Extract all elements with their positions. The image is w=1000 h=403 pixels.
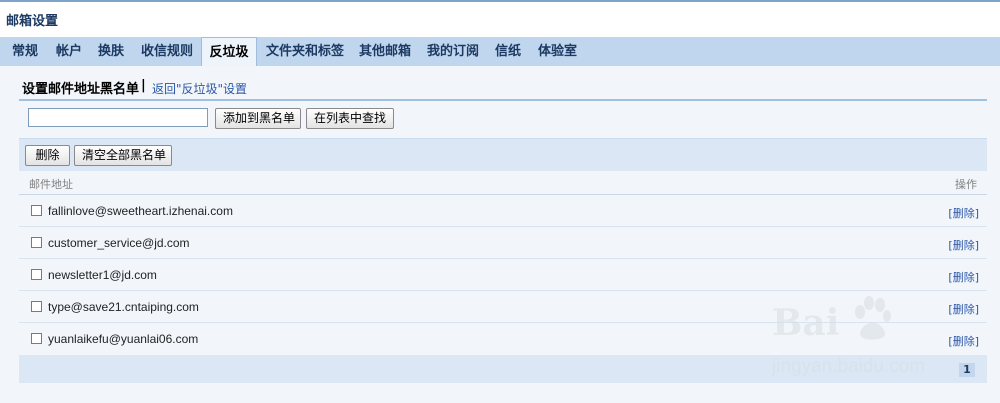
row-delete-link[interactable]: [删除] xyxy=(948,237,979,253)
tab-skin[interactable]: 换肤 xyxy=(98,37,124,66)
top-border xyxy=(0,0,1000,2)
row-checkbox[interactable] xyxy=(31,269,42,280)
table-row: yuanlaikefu@yuanlai06.com [删除] xyxy=(19,323,987,355)
row-delete-link[interactable]: [删除] xyxy=(948,333,979,349)
row-email: customer_service@jd.com xyxy=(48,236,190,250)
heading-divider xyxy=(19,99,987,101)
list-toolbar: 删除 清空全部黑名单 xyxy=(19,138,987,171)
table-row: newsletter1@jd.com [删除] xyxy=(19,259,987,291)
tab-receive-rules[interactable]: 收信规则 xyxy=(141,37,193,66)
table-row: type@save21.cntaiping.com [删除] xyxy=(19,291,987,323)
delete-button[interactable]: 删除 xyxy=(25,145,70,166)
row-delete-link[interactable]: [删除] xyxy=(948,269,979,285)
settings-tab-bar: 常规 帐户 换肤 收信规则 反垃圾 文件夹和标签 其他邮箱 我的订阅 信纸 体验… xyxy=(0,37,1000,66)
pagination-bar: 1 xyxy=(19,355,987,383)
row-delete-link[interactable]: [删除] xyxy=(948,205,979,221)
column-header-action: 操作 xyxy=(955,178,977,191)
heading-separator: | xyxy=(141,78,146,93)
tab-stationery[interactable]: 信纸 xyxy=(495,37,521,66)
row-checkbox[interactable] xyxy=(31,333,42,344)
find-in-list-button[interactable]: 在列表中查找 xyxy=(306,108,394,129)
row-email: fallinlove@sweetheart.izhenai.com xyxy=(48,204,233,218)
tab-my-subscriptions[interactable]: 我的订阅 xyxy=(427,37,479,66)
column-header-email: 邮件地址 xyxy=(29,178,73,191)
tab-account[interactable]: 帐户 xyxy=(56,37,82,66)
row-checkbox[interactable] xyxy=(31,237,42,248)
tab-lab[interactable]: 体验室 xyxy=(538,37,577,66)
add-to-blacklist-button[interactable]: 添加到黑名单 xyxy=(215,108,301,129)
tab-other-mailboxes[interactable]: 其他邮箱 xyxy=(359,37,411,66)
row-email: yuanlaikefu@yuanlai06.com xyxy=(48,332,199,346)
back-to-anti-spam-link[interactable]: 返回"反垃圾"设置 xyxy=(152,80,247,97)
list-header: 邮件地址 操作 xyxy=(19,170,987,195)
clear-all-blacklist-button[interactable]: 清空全部黑名单 xyxy=(74,145,172,166)
settings-panel: 设置邮件地址黑名单 | 返回"反垃圾"设置 添加到黑名单 在列表中查找 删除 清… xyxy=(0,66,1000,403)
page-title: 邮箱设置 xyxy=(6,14,59,29)
section-heading: 设置邮件地址黑名单 xyxy=(22,82,140,97)
table-row: fallinlove@sweetheart.izhenai.com [删除] xyxy=(19,195,987,227)
row-delete-link[interactable]: [删除] xyxy=(948,301,979,317)
page-number-current[interactable]: 1 xyxy=(959,363,975,377)
tab-general[interactable]: 常规 xyxy=(12,37,38,66)
blacklist-list: fallinlove@sweetheart.izhenai.com [删除] c… xyxy=(19,195,987,355)
email-address-input[interactable] xyxy=(28,108,208,127)
table-row: customer_service@jd.com [删除] xyxy=(19,227,987,259)
row-email: type@save21.cntaiping.com xyxy=(48,300,199,314)
row-email: newsletter1@jd.com xyxy=(48,268,157,282)
tab-folders-labels[interactable]: 文件夹和标签 xyxy=(266,37,344,66)
tab-anti-spam[interactable]: 反垃圾 xyxy=(201,37,257,66)
row-checkbox[interactable] xyxy=(31,205,42,216)
row-checkbox[interactable] xyxy=(31,301,42,312)
